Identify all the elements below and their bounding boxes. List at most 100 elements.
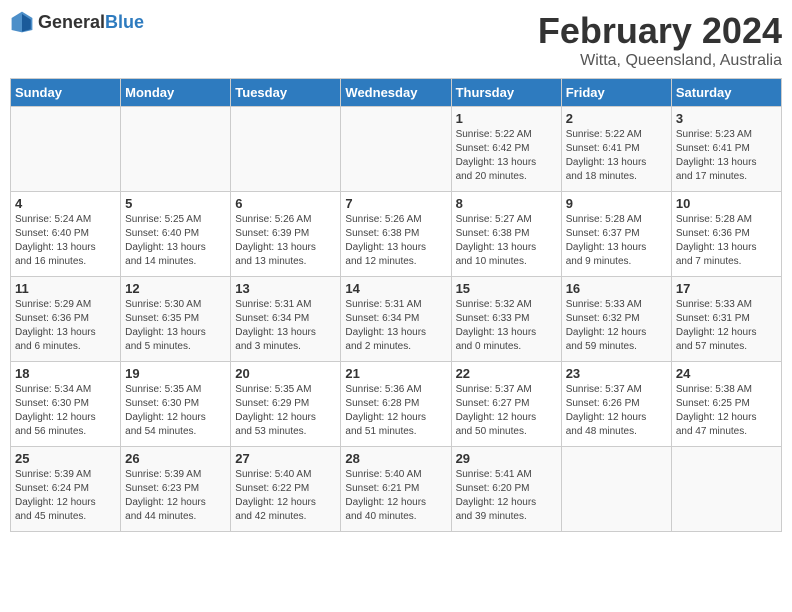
calendar-cell: 13 Sunrise: 5:31 AM Sunset: 6:34 PM Dayli… [231,277,341,362]
day-number: 6 [235,196,336,211]
day-info: Sunrise: 5:37 AM Sunset: 6:27 PM Dayligh… [456,383,557,439]
day-number: 14 [345,281,446,296]
logo-icon [10,10,34,34]
main-title: February 2024 [538,10,782,52]
day-number: 10 [676,196,777,211]
calendar-cell [671,447,781,532]
day-of-week-header: Sunday [11,79,121,107]
day-number: 13 [235,281,336,296]
calendar-table: SundayMondayTuesdayWednesdayThursdayFrid… [10,78,782,532]
day-info: Sunrise: 5:31 AM Sunset: 6:34 PM Dayligh… [235,298,336,354]
calendar-week-row: 4Sunrise: 5:24 AM Sunset: 6:40 PM Daylig… [11,192,782,277]
day-of-week-header: Thursday [451,79,561,107]
calendar-cell: 9 Sunrise: 5:28 AM Sunset: 6:37 PM Daylig… [561,192,671,277]
day-info: Sunrise: 5:22 AM Sunset: 6:42 PM Dayligh… [456,128,557,184]
day-number: 4 [15,196,116,211]
day-number: 1 [456,111,557,126]
day-info: Sunrise: 5:28 AM Sunset: 6:37 PM Dayligh… [566,213,667,269]
calendar-cell: 10 Sunrise: 5:28 AM Sunset: 6:36 PM Dayli… [671,192,781,277]
calendar-cell: 18 Sunrise: 5:34 AM Sunset: 6:30 PM Dayli… [11,362,121,447]
day-number: 2 [566,111,667,126]
day-number: 28 [345,451,446,466]
day-number: 20 [235,366,336,381]
day-of-week-header: Wednesday [341,79,451,107]
calendar-cell: 20 Sunrise: 5:35 AM Sunset: 6:29 PM Dayli… [231,362,341,447]
day-info: Sunrise: 5:28 AM Sunset: 6:36 PM Dayligh… [676,213,777,269]
day-number: 27 [235,451,336,466]
calendar-cell: 6 Sunrise: 5:26 AM Sunset: 6:39 PM Daylig… [231,192,341,277]
calendar-cell: 27Sunrise: 5:40 AM Sunset: 6:22 PM Dayli… [231,447,341,532]
sub-title: Witta, Queensland, Australia [538,52,782,70]
day-info: Sunrise: 5:23 AM Sunset: 6:41 PM Dayligh… [676,128,777,184]
day-number: 5 [125,196,226,211]
calendar-cell: 7Sunrise: 5:26 AM Sunset: 6:38 PM Daylig… [341,192,451,277]
day-of-week-header: Friday [561,79,671,107]
calendar-cell: 11 Sunrise: 5:29 AM Sunset: 6:36 PM Dayli… [11,277,121,362]
day-info: Sunrise: 5:39 AM Sunset: 6:23 PM Dayligh… [125,468,226,524]
day-info: Sunrise: 5:29 AM Sunset: 6:36 PM Dayligh… [15,298,116,354]
day-number: 19 [125,366,226,381]
calendar-cell [11,107,121,192]
calendar-cell: 3 Sunrise: 5:23 AM Sunset: 6:41 PM Daylig… [671,107,781,192]
calendar-cell: 1 Sunrise: 5:22 AM Sunset: 6:42 PM Daylig… [451,107,561,192]
calendar-cell: 8 Sunrise: 5:27 AM Sunset: 6:38 PM Daylig… [451,192,561,277]
day-info: Sunrise: 5:34 AM Sunset: 6:30 PM Dayligh… [15,383,116,439]
day-number: 8 [456,196,557,211]
calendar-cell: 17 Sunrise: 5:33 AM Sunset: 6:31 PM Dayli… [671,277,781,362]
title-area: February 2024 Witta, Queensland, Austral… [538,10,782,70]
calendar-week-row: 18 Sunrise: 5:34 AM Sunset: 6:30 PM Dayli… [11,362,782,447]
day-info: Sunrise: 5:40 AM Sunset: 6:21 PM Dayligh… [345,468,446,524]
calendar-cell: 24 Sunrise: 5:38 AM Sunset: 6:25 PM Dayli… [671,362,781,447]
day-number: 16 [566,281,667,296]
calendar-cell: 12Sunrise: 5:30 AM Sunset: 6:35 PM Dayli… [121,277,231,362]
day-number: 22 [456,366,557,381]
logo-general: General [38,12,105,32]
day-info: Sunrise: 5:26 AM Sunset: 6:38 PM Dayligh… [345,213,446,269]
day-info: Sunrise: 5:27 AM Sunset: 6:38 PM Dayligh… [456,213,557,269]
calendar-cell: 28 Sunrise: 5:40 AM Sunset: 6:21 PM Dayli… [341,447,451,532]
day-number: 12 [125,281,226,296]
day-info: Sunrise: 5:39 AM Sunset: 6:24 PM Dayligh… [15,468,116,524]
day-info: Sunrise: 5:36 AM Sunset: 6:28 PM Dayligh… [345,383,446,439]
day-info: Sunrise: 5:35 AM Sunset: 6:29 PM Dayligh… [235,383,336,439]
calendar-week-row: 1 Sunrise: 5:22 AM Sunset: 6:42 PM Daylig… [11,107,782,192]
day-number: 18 [15,366,116,381]
day-info: Sunrise: 5:41 AM Sunset: 6:20 PM Dayligh… [456,468,557,524]
day-info: Sunrise: 5:37 AM Sunset: 6:26 PM Dayligh… [566,383,667,439]
calendar-cell: 23 Sunrise: 5:37 AM Sunset: 6:26 PM Dayli… [561,362,671,447]
calendar-cell: 15Sunrise: 5:32 AM Sunset: 6:33 PM Dayli… [451,277,561,362]
logo: GeneralBlue [10,10,144,34]
calendar-cell: 29Sunrise: 5:41 AM Sunset: 6:20 PM Dayli… [451,447,561,532]
calendar-cell: 26Sunrise: 5:39 AM Sunset: 6:23 PM Dayli… [121,447,231,532]
calendar-cell: 25Sunrise: 5:39 AM Sunset: 6:24 PM Dayli… [11,447,121,532]
day-info: Sunrise: 5:33 AM Sunset: 6:31 PM Dayligh… [676,298,777,354]
day-number: 24 [676,366,777,381]
day-info: Sunrise: 5:35 AM Sunset: 6:30 PM Dayligh… [125,383,226,439]
day-info: Sunrise: 5:33 AM Sunset: 6:32 PM Dayligh… [566,298,667,354]
logo-blue: Blue [105,12,144,32]
calendar-cell [561,447,671,532]
calendar-cell: 2Sunrise: 5:22 AM Sunset: 6:41 PM Daylig… [561,107,671,192]
day-number: 11 [15,281,116,296]
calendar-week-row: 25Sunrise: 5:39 AM Sunset: 6:24 PM Dayli… [11,447,782,532]
calendar-cell [341,107,451,192]
day-info: Sunrise: 5:32 AM Sunset: 6:33 PM Dayligh… [456,298,557,354]
calendar-cell: 14 Sunrise: 5:31 AM Sunset: 6:34 PM Dayli… [341,277,451,362]
calendar-cell: 16 Sunrise: 5:33 AM Sunset: 6:32 PM Dayli… [561,277,671,362]
day-of-week-header: Monday [121,79,231,107]
calendar-cell: 5 Sunrise: 5:25 AM Sunset: 6:40 PM Daylig… [121,192,231,277]
day-of-week-header: Saturday [671,79,781,107]
day-number: 17 [676,281,777,296]
calendar-cell: 4Sunrise: 5:24 AM Sunset: 6:40 PM Daylig… [11,192,121,277]
day-info: Sunrise: 5:31 AM Sunset: 6:34 PM Dayligh… [345,298,446,354]
day-info: Sunrise: 5:26 AM Sunset: 6:39 PM Dayligh… [235,213,336,269]
day-number: 9 [566,196,667,211]
header: GeneralBlue February 2024 Witta, Queensl… [10,10,782,70]
calendar-cell [231,107,341,192]
calendar-cell: 22 Sunrise: 5:37 AM Sunset: 6:27 PM Dayli… [451,362,561,447]
day-number: 3 [676,111,777,126]
calendar-cell [121,107,231,192]
day-number: 23 [566,366,667,381]
day-info: Sunrise: 5:25 AM Sunset: 6:40 PM Dayligh… [125,213,226,269]
day-info: Sunrise: 5:38 AM Sunset: 6:25 PM Dayligh… [676,383,777,439]
